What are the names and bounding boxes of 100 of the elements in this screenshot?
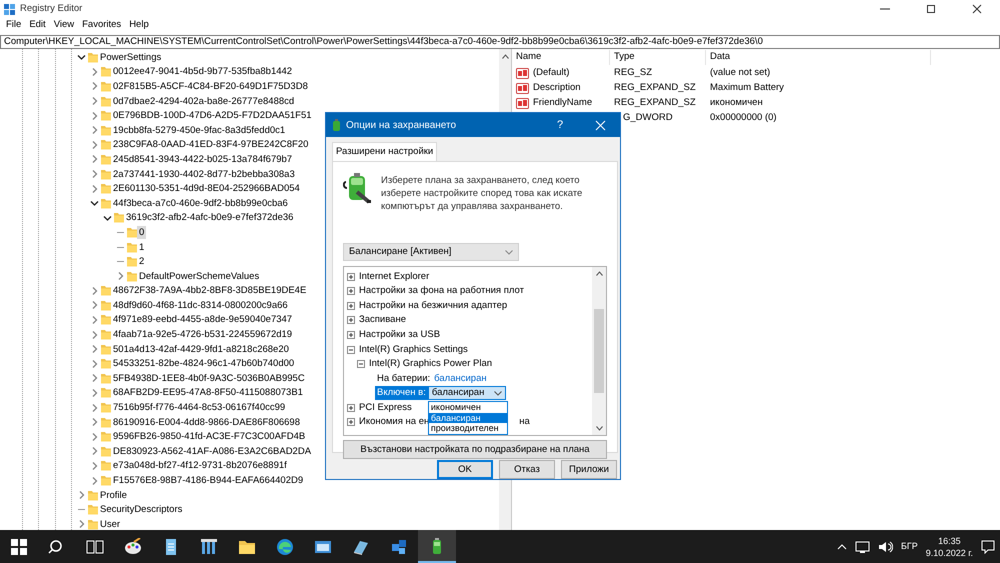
- tree-item[interactable]: 48df9d60-4f68-11dc-8314-0800200c9a66: [111, 298, 290, 312]
- expand-chevron-icon[interactable]: [90, 316, 98, 324]
- tree-item[interactable]: 4f971e89-eebd-4455-a8de-9e59040e7347: [111, 313, 294, 326]
- expand-chevron-icon[interactable]: [90, 112, 98, 120]
- expand-box-icon[interactable]: [347, 316, 355, 324]
- column-header[interactable]: Type: [610, 50, 706, 65]
- tree-item[interactable]: 501a4d13-42af-4429-9fd1-a8218c268e20: [111, 342, 291, 356]
- tree-item[interactable]: 2: [137, 255, 146, 268]
- expand-box-icon[interactable]: [347, 404, 355, 412]
- tree-item[interactable]: e73a048d-bf27-4f12-9731-8b2076e8891f: [111, 459, 289, 472]
- tree-item[interactable]: 9596FB26-9850-41fd-AC3E-F7C3C00AFD4B: [111, 430, 308, 444]
- expand-chevron-icon[interactable]: [90, 404, 98, 412]
- expand-chevron-icon[interactable]: [76, 520, 86, 528]
- expand-chevron-icon[interactable]: [90, 286, 98, 295]
- plan-dropdown[interactable]: Балансиране [Активен]: [343, 243, 519, 262]
- tree-item[interactable]: 19cbb8fa-5279-450e-9fac-8a3d5fedd0c1: [111, 124, 288, 137]
- close-icon[interactable]: [594, 120, 606, 130]
- expand-chevron-icon[interactable]: [90, 432, 98, 441]
- tab[interactable]: Разширени настройки: [332, 142, 438, 162]
- expand-box-icon[interactable]: [347, 272, 355, 281]
- tree-item[interactable]: 245d8541-3943-4422-b025-13a784f679b7: [111, 152, 294, 166]
- expand-chevron-icon[interactable]: [90, 447, 98, 456]
- tree-item[interactable]: 02F815B5-A5CF-4C84-BF20-649D1F75D3D8: [111, 80, 310, 93]
- tree-item[interactable]: 0012ee47-9041-4b5d-9b77-535fba8b1442: [111, 65, 294, 78]
- dialog-button[interactable]: Отказ: [499, 460, 555, 480]
- tree-item[interactable]: DE830923-A562-41AF-A086-E3A2C6BAD2DA: [111, 444, 314, 458]
- language-indicator[interactable]: БГР: [900, 540, 918, 554]
- expand-chevron-icon[interactable]: [90, 170, 98, 178]
- expand-chevron-icon[interactable]: [90, 155, 98, 164]
- dropdown-option[interactable]: производителен: [428, 423, 507, 434]
- tree-item[interactable]: 48672F38-7A9A-4bb2-8BF8-3D85BE19DE4E: [111, 284, 308, 298]
- tree-item[interactable]: 238C9FA8-0AAD-41ED-83F4-97BE242C8F20: [111, 138, 310, 152]
- expand-chevron-icon[interactable]: [90, 360, 98, 368]
- menu-item[interactable]: Edit: [25, 18, 50, 33]
- expand-chevron-icon[interactable]: [90, 126, 98, 134]
- expand-chevron-icon[interactable]: [116, 272, 124, 280]
- expand-chevron-icon[interactable]: [90, 462, 98, 470]
- tree-item[interactable]: 54533251-82be-4824-96c1-47b60b740d00: [111, 357, 296, 370]
- scrollbar[interactable]: [592, 267, 606, 436]
- network-icon[interactable]: [854, 540, 870, 554]
- expand-chevron-icon[interactable]: [90, 97, 98, 106]
- expand-chevron-icon[interactable]: [90, 476, 98, 485]
- expand-chevron-icon[interactable]: [90, 301, 98, 310]
- setting-group[interactable]: Настройки за USB: [357, 328, 442, 342]
- tree-item[interactable]: 0E796BDB-100D-47D6-A2D5-F7D2DAA51F51: [111, 109, 314, 122]
- tree-item[interactable]: F15576E8-98B7-4186-B944-EAFA664402D9: [111, 474, 306, 488]
- dropdown-option[interactable]: балансиран: [428, 412, 507, 424]
- value-name[interactable]: FriendlyName: [533, 96, 592, 111]
- scroll-up-icon[interactable]: [502, 54, 508, 59]
- setting-group[interactable]: Intel(R) Graphics Power Plan: [367, 357, 494, 372]
- expand-chevron-icon[interactable]: [90, 82, 98, 90]
- dropdown-option[interactable]: икономичен: [428, 402, 507, 413]
- collapse-box-icon[interactable]: [357, 360, 365, 368]
- menu-item[interactable]: Help: [125, 18, 153, 33]
- tree-item[interactable]: PowerSettings: [98, 50, 164, 64]
- tree-item[interactable]: 44f3beca-a7c0-460e-9df2-bb8b99e0cba6: [111, 196, 290, 210]
- setting-group[interactable]: Заспиване: [357, 313, 408, 328]
- tree-item[interactable]: 4faab71a-92e5-4726-b531-224559672d19: [111, 328, 294, 342]
- expand-chevron-icon[interactable]: [76, 491, 86, 500]
- collapse-chevron-icon[interactable]: [102, 214, 112, 222]
- setting-group[interactable]: Настройки на безжичния адаптер: [357, 298, 510, 313]
- battery-app-button[interactable]: [418, 530, 456, 563]
- collapse-box-icon[interactable]: [347, 346, 355, 354]
- setting-group[interactable]: Internet Explorer: [357, 270, 432, 284]
- address-field[interactable]: Computer\HKEY_LOCAL_MACHINE\SYSTEM\CurrentControlSet\Control\Power\PowerSettings\44f3beca-a7c0-460e-9df2-bb8b99e0cba6\3619c3f2-afb2-4afc-b0e9-e7fef372de36\0: [0, 35, 1000, 49]
- tree-item[interactable]: 2a737441-1930-4402-8d77-b2bebba308a3: [111, 168, 297, 181]
- expand-chevron-icon[interactable]: [90, 140, 98, 149]
- expand-chevron-icon[interactable]: [90, 68, 98, 76]
- restore-defaults-button[interactable]: Възстанови настройката по подразбиране на плана: [343, 440, 607, 460]
- expand-chevron-icon[interactable]: [90, 388, 98, 397]
- menu-item[interactable]: Favorites: [78, 18, 126, 33]
- setting-group[interactable]: Intel(R) Graphics Settings: [357, 342, 470, 357]
- scroll-up-icon[interactable]: [596, 271, 602, 276]
- tree-item[interactable]: User: [98, 518, 122, 531]
- expand-box-icon[interactable]: [347, 302, 355, 310]
- tree-item[interactable]: 1: [137, 240, 146, 254]
- tree-item[interactable]: 68AFB2D9-EE95-47A8-8F50-4115088073B1: [111, 386, 305, 400]
- collapse-chevron-icon[interactable]: [76, 53, 86, 62]
- setting-group[interactable]: PCI Express: [357, 400, 414, 415]
- collapse-chevron-icon[interactable]: [90, 199, 98, 208]
- expand-chevron-icon[interactable]: [90, 418, 98, 426]
- setting-label[interactable]: Включен в:: [375, 386, 428, 400]
- column-header[interactable]: Data: [706, 50, 931, 65]
- dialog-button[interactable]: Приложи: [561, 460, 617, 480]
- tree-item[interactable]: 2E601130-5351-4d9d-8E04-252966BAD054: [111, 182, 302, 196]
- help-button[interactable]: ?: [545, 116, 575, 134]
- expand-chevron-icon[interactable]: [90, 345, 98, 354]
- dialog-button[interactable]: OK: [437, 460, 493, 480]
- menu-item[interactable]: View: [50, 18, 78, 33]
- setting-label[interactable]: На батерии:: [375, 372, 432, 386]
- tree-item[interactable]: 3619c3f2-afb2-4afc-b0e9-e7fef372de36: [124, 211, 296, 224]
- volume-icon[interactable]: [878, 540, 893, 554]
- tree-item[interactable]: SecurityDescriptors: [98, 503, 184, 516]
- tree-item[interactable]: 0d7dbae2-4294-402a-ba8e-26777e8488cd: [111, 94, 296, 108]
- menu-item[interactable]: File: [2, 18, 26, 33]
- tree-item[interactable]: Profile: [98, 488, 129, 502]
- expand-chevron-icon[interactable]: [90, 374, 98, 382]
- clock[interactable]: 16:35 9.10.2022 г.: [926, 534, 973, 558]
- value-name[interactable]: (Default): [533, 66, 570, 81]
- expand-box-icon[interactable]: [347, 330, 355, 339]
